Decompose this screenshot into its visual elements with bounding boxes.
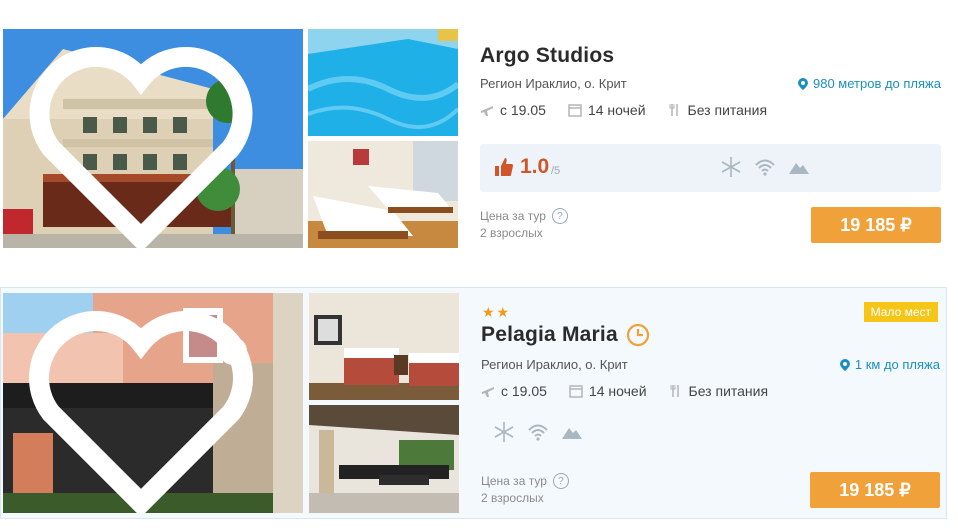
plane-icon	[482, 387, 494, 397]
location-pin-icon	[798, 77, 808, 90]
hotel-card[interactable]: ★★ Мало мест Pelagia Maria Регион Иракли…	[0, 287, 947, 519]
hotel-main-photo[interactable]	[3, 29, 303, 248]
meal-plan: Без питания	[688, 383, 769, 399]
price-button[interactable]: 19 185 ₽	[810, 472, 940, 508]
departure-date: с 19.05	[501, 383, 547, 399]
calendar-icon	[569, 385, 583, 398]
thumbs-up-icon	[495, 158, 513, 176]
favorite-heart-icon[interactable]	[3, 303, 291, 513]
rating-max: /5	[551, 165, 561, 177]
wifi-icon	[755, 159, 775, 176]
calendar-icon	[568, 104, 582, 117]
hotel-region: Регион Ираклио, о. Крит	[480, 76, 627, 91]
hotel-pool-photo[interactable]	[308, 29, 458, 136]
hotel-room-photo[interactable]	[308, 141, 458, 248]
hotel-room-photo[interactable]	[309, 293, 459, 400]
nights-count: 14 ночей	[587, 102, 646, 118]
amenities	[493, 421, 583, 443]
fork-knife-icon	[670, 385, 679, 397]
help-icon[interactable]: ?	[551, 208, 568, 224]
wifi-icon	[528, 424, 548, 441]
favorite-heart-icon[interactable]	[3, 39, 291, 248]
amenities	[720, 156, 810, 178]
price-label-row: Цена за тур ?	[480, 208, 568, 224]
hotel-main-photo[interactable]	[3, 293, 303, 513]
beach-distance-link[interactable]: 1 км до пляжа	[839, 357, 940, 372]
guests-count: 2 взрослых	[480, 226, 543, 240]
hotel-name[interactable]: Pelagia Maria	[481, 323, 618, 347]
beach-distance-text: 980 метров до пляжа	[813, 76, 941, 91]
price-label: Цена за тур	[481, 474, 547, 488]
tour-meta: с 19.05 14 ночей Без питания	[481, 383, 768, 399]
help-icon[interactable]: ?	[552, 473, 569, 489]
beach-distance-text: 1 км до пляжа	[854, 357, 940, 372]
departure-date: с 19.05	[500, 102, 546, 118]
snowflake-icon	[721, 157, 741, 177]
price-button[interactable]: 19 185 ₽	[811, 207, 941, 243]
hotel-stars: ★★	[482, 304, 512, 320]
hotel-terrace-photo[interactable]	[309, 405, 459, 513]
rating-score: 1.0	[520, 155, 550, 178]
price-label-row: Цена за тур ?	[481, 473, 569, 489]
beach-distance-link[interactable]: 980 метров до пляжа	[798, 76, 941, 91]
plane-icon	[481, 106, 493, 116]
nights-count: 14 ночей	[588, 383, 647, 399]
hotel-name[interactable]: Argo Studios	[480, 44, 614, 68]
mountain-icon	[789, 163, 809, 174]
tour-meta: с 19.05 14 ночей Без питания	[480, 102, 767, 118]
fork-knife-icon	[669, 104, 678, 116]
guests-count: 2 взрослых	[481, 491, 544, 505]
mountain-icon	[562, 428, 582, 439]
location-pin-icon	[839, 358, 850, 371]
price-label: Цена за тур	[480, 209, 546, 223]
snowflake-icon	[494, 422, 514, 442]
hotel-card[interactable]: Argo Studios Регион Ираклио, о. Крит 980…	[0, 26, 947, 252]
meal-plan: Без питания	[687, 102, 768, 118]
few-rooms-badge: Мало мест	[863, 302, 938, 322]
hotel-region: Регион Ираклио, о. Крит	[481, 357, 628, 372]
rating-bar: 1.0 /5	[480, 144, 941, 192]
clock-icon	[626, 323, 649, 347]
